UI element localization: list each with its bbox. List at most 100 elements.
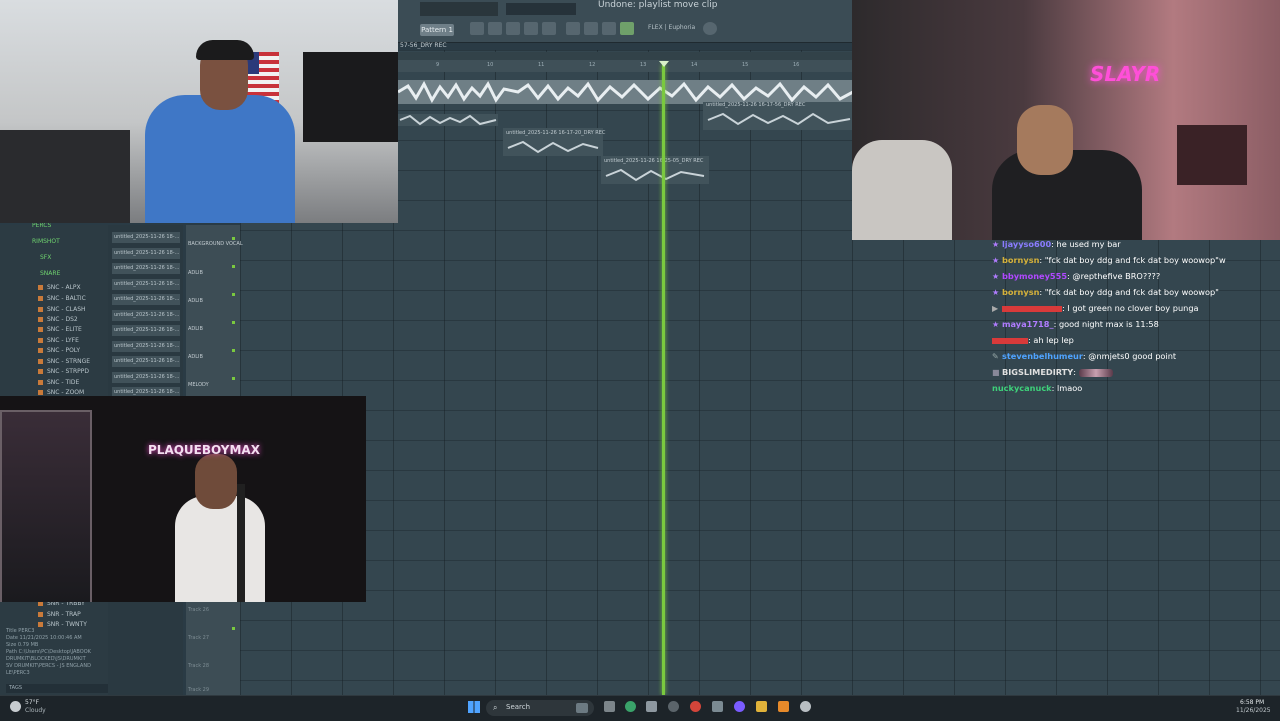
browser-folder[interactable]: RIMSHOT xyxy=(32,238,60,245)
track-header[interactable]: BACKGROUND VOCAL xyxy=(188,241,243,247)
browser-file[interactable]: SNC - TIDE xyxy=(38,379,79,386)
chat-badge-icon: ■ xyxy=(992,368,1000,377)
pattern-selector[interactable]: Pattern 1 xyxy=(420,24,454,36)
track-led-icon[interactable] xyxy=(232,627,235,630)
chat-text: he used my bar xyxy=(1056,239,1121,249)
playlist-icon[interactable] xyxy=(488,22,502,35)
track-header[interactable]: Track 26 xyxy=(188,607,236,613)
browser-folder[interactable]: SNARE xyxy=(40,270,60,277)
record-icon[interactable] xyxy=(620,22,634,35)
track-led-icon[interactable] xyxy=(232,293,235,296)
scrollbar-horizontal[interactable] xyxy=(398,52,853,60)
track-header[interactable]: Track 29 xyxy=(188,687,236,693)
chat-username[interactable]: ljayyso600 xyxy=(1002,239,1051,249)
browser-file[interactable]: SNC - POLY xyxy=(38,347,80,354)
audio-file-icon xyxy=(38,369,43,374)
photos-icon[interactable] xyxy=(712,701,723,712)
chrome-icon[interactable] xyxy=(625,701,636,712)
chat-badge-icon: ★ xyxy=(992,256,1000,265)
browser-file[interactable]: SNC - LYFE xyxy=(38,337,79,344)
track-led-icon[interactable] xyxy=(232,349,235,352)
browser-file-label: SNC - LYFE xyxy=(47,337,79,344)
clip-list-item[interactable]: untitled_2025-11-26 18-... xyxy=(112,248,180,259)
timeline-ruler[interactable]: 9 10 11 12 13 14 15 16 xyxy=(398,60,853,72)
browser-file[interactable]: SNC - ELITE xyxy=(38,326,82,333)
task-view-icon[interactable] xyxy=(604,701,615,712)
taskbar-search[interactable]: ⌕ Search xyxy=(486,700,594,716)
chat-username[interactable]: BIGSLIMEDIRTY xyxy=(1002,367,1073,377)
clip-label: untitled_2025-11-26 16-17-56_DRY REC xyxy=(706,102,806,108)
track-header[interactable]: ADLIB xyxy=(188,326,236,332)
fl-studio-icon[interactable] xyxy=(778,701,789,712)
track-header[interactable]: ADLIB xyxy=(188,298,236,304)
track-header[interactable]: ADLIB xyxy=(188,270,236,276)
clip-list-item[interactable]: untitled_2025-11-26 18-... xyxy=(112,294,180,305)
clip-list-item[interactable]: untitled_2025-11-26 18-... xyxy=(112,325,180,336)
clip-list-item[interactable]: untitled_2025-11-26 18-... xyxy=(112,263,180,274)
plaque-neon-text: PLAQUEBOYMAX xyxy=(148,443,260,457)
info-line: DRUMKIT\BLOCKED\JS\DRUMKIT xyxy=(6,656,86,662)
tools-icon[interactable] xyxy=(584,22,598,35)
playhead-marker-icon[interactable] xyxy=(659,61,669,67)
track-header[interactable]: Track 27 xyxy=(188,635,236,641)
chat-badge-icon: ★ xyxy=(992,240,1000,249)
browser-folder[interactable]: SFX xyxy=(40,254,51,261)
settings-icon[interactable] xyxy=(703,22,717,35)
track-header[interactable]: MELODY xyxy=(188,382,236,388)
track-led-icon[interactable] xyxy=(232,377,235,380)
obs-icon[interactable] xyxy=(668,701,679,712)
browser-file[interactable]: SNR - TRAP xyxy=(38,611,81,618)
track-header[interactable]: Track 28 xyxy=(188,663,236,669)
weather-cloud-icon[interactable] xyxy=(10,701,21,712)
chat-username[interactable]: stevenbelhumeur xyxy=(1002,351,1083,361)
channel-rack-icon[interactable] xyxy=(542,22,556,35)
browser-folder[interactable]: PERCS xyxy=(32,222,51,229)
browser-file[interactable]: SNC - ZOOM xyxy=(38,389,84,396)
mixer-icon[interactable] xyxy=(524,22,538,35)
browser-file[interactable]: SNC - DS2 xyxy=(38,316,78,323)
clip-list-item[interactable]: untitled_2025-11-26 18-... xyxy=(112,279,180,290)
clip-list-item[interactable]: untitled_2025-11-26 18-... xyxy=(112,232,180,243)
clip-list-item[interactable]: untitled_2025-11-26 18-... xyxy=(112,310,180,321)
browser-app-icon[interactable] xyxy=(690,701,701,712)
chat-username[interactable]: bornysn xyxy=(1002,255,1039,265)
track-led-icon[interactable] xyxy=(232,265,235,268)
clip-list-item[interactable]: untitled_2025-11-26 18-... xyxy=(112,356,180,367)
app-icon[interactable] xyxy=(800,701,811,712)
ruler-tick: 13 xyxy=(640,62,647,68)
audio-clips[interactable] xyxy=(398,78,853,188)
person-center-head xyxy=(1017,105,1073,175)
weather-temp[interactable]: 57°F xyxy=(25,699,39,706)
browser-file[interactable]: SNR - TWNTY xyxy=(38,621,87,628)
discord-icon[interactable] xyxy=(734,701,745,712)
chat-username[interactable]: bornysn xyxy=(1002,287,1039,297)
clock-time[interactable]: 6:58 PM xyxy=(1240,699,1264,706)
clip-list-item[interactable]: untitled_2025-11-26 18-... xyxy=(112,341,180,352)
chat-badge-icon: ★ xyxy=(992,288,1000,297)
browser-file[interactable]: SNC - STRPPD xyxy=(38,368,89,375)
chat-username[interactable]: bbymoney555 xyxy=(1002,271,1067,281)
chat-username[interactable]: maya1718_ xyxy=(1002,319,1054,329)
store-icon[interactable] xyxy=(646,701,657,712)
browser-file[interactable]: SNC - ALPX xyxy=(38,284,81,291)
clock-date[interactable]: 11/26/2025 xyxy=(1236,707,1271,714)
start-windows-icon[interactable] xyxy=(468,701,480,713)
weather-desc[interactable]: Cloudy xyxy=(25,707,46,714)
plugin-icon[interactable] xyxy=(566,22,580,35)
clip-list-item[interactable]: untitled_2025-11-26 18-... xyxy=(112,372,180,383)
track-led-icon[interactable] xyxy=(232,321,235,324)
chat-username[interactable]: nuckycanuck xyxy=(992,383,1052,393)
file-explorer-icon[interactable] xyxy=(756,701,767,712)
playhead[interactable] xyxy=(662,64,665,695)
piano-roll-icon[interactable] xyxy=(506,22,520,35)
snap-icon[interactable] xyxy=(470,22,484,35)
browser-file[interactable]: SNC - CLASH xyxy=(38,306,86,313)
track-header[interactable]: ADLIB xyxy=(188,354,236,360)
browser-file-label: SNC - BALTIC xyxy=(47,295,86,302)
ruler-tick: 14 xyxy=(691,62,698,68)
browser-file[interactable]: SNC - STRNGE xyxy=(38,358,90,365)
track-led-icon[interactable] xyxy=(232,237,235,240)
browser-file[interactable]: SNC - BALTIC xyxy=(38,295,86,302)
tags-field[interactable]: TAGS xyxy=(6,684,109,693)
browser-icon[interactable] xyxy=(602,22,616,35)
